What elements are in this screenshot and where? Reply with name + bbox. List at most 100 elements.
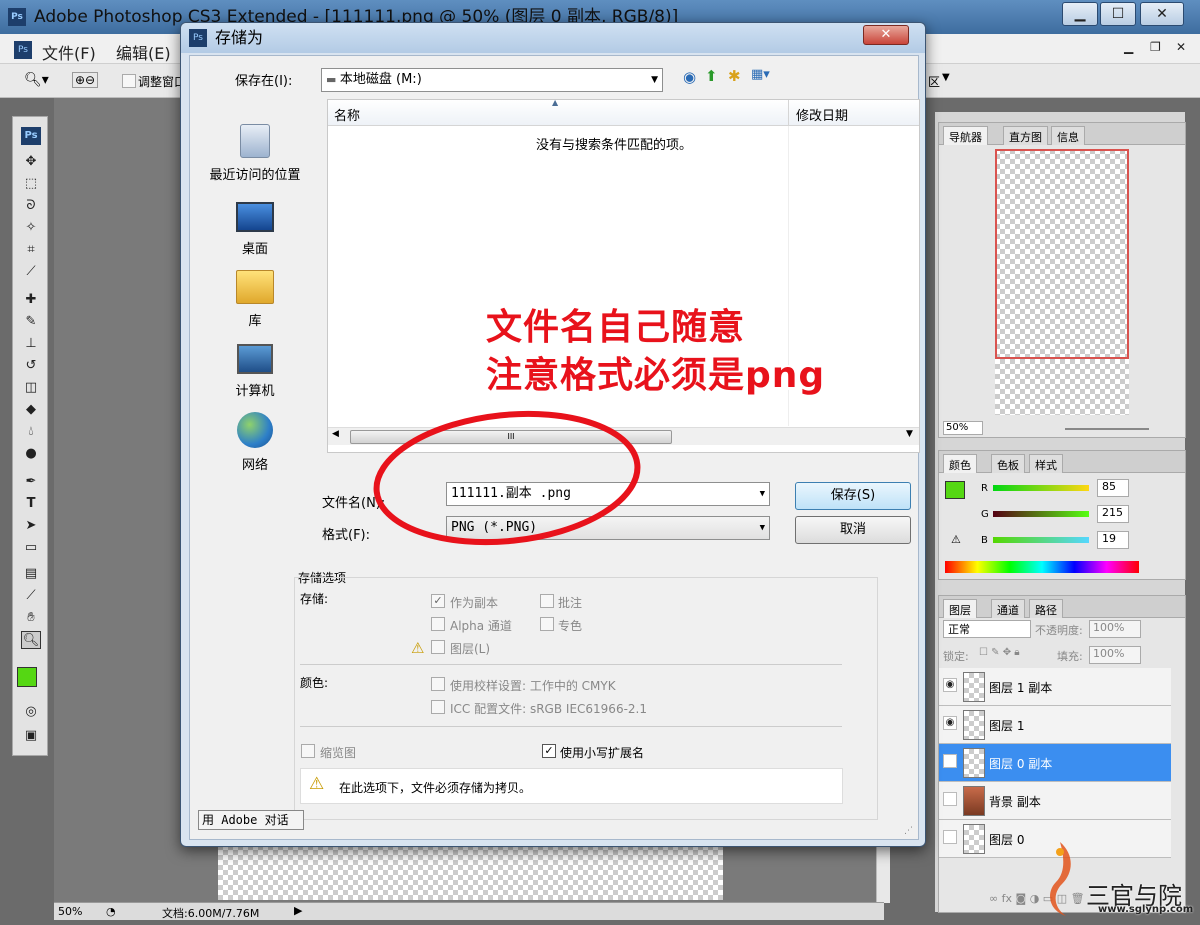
blend-mode-select[interactable]: 正常 [943,620,1031,638]
navigator-view-box[interactable] [995,149,1129,359]
color-ramp[interactable] [945,561,1139,573]
opacity-field[interactable]: 100% [1089,620,1141,638]
magic-wand-icon[interactable]: ✧ [21,219,41,237]
status-icon[interactable]: ◔ [106,905,116,918]
tab-info[interactable]: 信息 [1051,126,1085,145]
layer-row[interactable]: ◉ 图层 1 副本 [939,668,1171,706]
layer-row[interactable]: 图层 0 副本 [939,744,1171,782]
thumbnail-checkbox[interactable] [301,744,315,758]
dodge-tool-icon[interactable]: ● [21,445,41,463]
maximize-button[interactable]: ☐ [1100,2,1136,26]
column-name-header[interactable]: 名称 [334,105,360,124]
tab-color[interactable]: 颜色 [943,454,977,473]
lowercase-checkbox[interactable]: ✓ [542,744,556,758]
fill-field[interactable]: 100% [1089,646,1141,664]
tab-navigator[interactable]: 导航器 [943,126,988,145]
eye-visible-icon[interactable]: ◉ [943,716,957,730]
type-tool-icon[interactable]: T [21,495,41,513]
place-desktop[interactable]: 桌面 [200,202,310,257]
file-list[interactable]: 名称 ▲ 修改日期 没有与搜索条件匹配的项。 ◀ III ▼ [327,98,920,453]
doc-restore-icon[interactable]: ❐ [1150,40,1161,54]
tab-histogram[interactable]: 直方图 [1003,126,1048,145]
eye-hidden-icon[interactable] [943,792,957,806]
lasso-tool-icon[interactable]: ᘐ [21,197,41,215]
as-copy-checkbox[interactable]: ✓ [431,594,445,608]
layers-checkbox[interactable] [431,640,445,654]
blur-tool-icon[interactable]: 💧︎ [21,423,41,441]
menu-file[interactable]: 文件(F) [42,40,96,64]
notes-tool-icon[interactable]: ▤ [21,565,41,583]
resize-window-checkbox[interactable] [122,74,136,88]
place-library[interactable]: 库 [200,270,310,329]
icc-checkbox[interactable] [431,700,445,714]
scroll-left-icon[interactable]: ◀ [332,429,339,439]
document-canvas[interactable] [218,840,723,900]
brush-tool-icon[interactable]: ✎ [21,313,41,331]
color-g-slider[interactable] [993,511,1089,517]
status-arrow-icon[interactable]: ▶ [294,904,302,917]
layer-row[interactable]: ◉ 图层 1 [939,706,1171,744]
view-menu-icon[interactable]: ▦▾ [751,67,770,82]
save-button[interactable]: 保存(S) [795,482,911,510]
color-fg-swatch[interactable] [945,481,965,499]
format-dropdown-icon[interactable]: ▼ [760,517,765,539]
new-folder-icon[interactable]: ✱ [728,67,741,85]
menu-edit[interactable]: 编辑(E) [116,40,171,64]
healing-tool-icon[interactable]: ✚ [21,291,41,309]
move-tool-icon[interactable]: ✥ [21,153,41,171]
screen-mode-icon[interactable]: ▣ [21,727,41,745]
minimize-button[interactable]: ▁ [1062,2,1098,26]
tab-paths[interactable]: 路径 [1029,599,1063,618]
adobe-dialog-button[interactable]: 用 Adobe 对话 [198,810,304,830]
workspace-label[interactable]: 区 [928,73,940,90]
back-icon[interactable]: ◉ [683,68,696,86]
path-select-icon[interactable]: ➤ [21,517,41,535]
zoom-tool-icon[interactable]: 🔍︎▾ [24,72,49,88]
zoom-in-out-icon[interactable]: ⊕⊖ [72,72,99,88]
color-r-slider[interactable] [993,485,1089,491]
eraser-tool-icon[interactable]: ◫ [21,379,41,397]
workspace-dropdown-icon[interactable]: ▼ [942,72,950,83]
save-in-select[interactable]: ▬ 本地磁盘 (M:) ▼ [321,68,663,92]
history-brush-icon[interactable]: ↺ [21,357,41,375]
proof-checkbox[interactable] [431,677,445,691]
column-date-header[interactable]: 修改日期 [796,105,848,124]
alpha-checkbox[interactable] [431,617,445,631]
eye-hidden-icon[interactable] [943,830,957,844]
color-g-field[interactable]: 215 [1097,505,1129,523]
up-folder-icon[interactable]: ⬆ [705,67,718,85]
place-recent[interactable]: 最近访问的位置 [200,124,310,183]
tab-layers[interactable]: 图层 [943,599,977,618]
pen-tool-icon[interactable]: ✒ [21,473,41,491]
zoom-level[interactable]: 50% [58,905,82,918]
doc-minimize-icon[interactable]: ▁ [1124,40,1133,54]
foreground-color-swatch[interactable] [17,667,37,687]
eye-visible-icon[interactable]: ◉ [943,678,957,692]
photoshop-menu-icon[interactable]: Ps [14,41,32,59]
cancel-button[interactable]: 取消 [795,516,911,544]
doc-close-icon[interactable]: ✕ [1176,40,1186,54]
color-b-field[interactable]: 19 [1097,531,1129,549]
scroll-right-icon[interactable]: ▼ [906,429,913,439]
zoom-tool-icon-active[interactable]: 🔍︎ [21,631,41,649]
tab-swatches[interactable]: 色板 [991,454,1025,473]
color-r-field[interactable]: 85 [1097,479,1129,497]
slice-tool-icon[interactable]: ⟋ [21,263,41,281]
bucket-tool-icon[interactable]: ◆ [21,401,41,419]
marquee-tool-icon[interactable]: ⬚ [21,175,41,193]
eye-hidden-icon[interactable] [943,754,957,768]
lock-icons[interactable]: ☐ ✎ ✥ 🔒︎ [979,647,1020,658]
shape-tool-icon[interactable]: ▭ [21,539,41,557]
stamp-tool-icon[interactable]: ⊥ [21,335,41,353]
tab-styles[interactable]: 样式 [1029,454,1063,473]
quick-mask-icon[interactable]: ◎ [21,703,41,721]
filename-dropdown-icon[interactable]: ▼ [760,483,765,505]
crop-tool-icon[interactable]: ⌗ [21,241,41,259]
dialog-close-button[interactable]: ✕ [863,25,909,45]
navigator-zoom-slider[interactable] [1065,428,1149,430]
place-computer[interactable]: 计算机 [200,344,310,399]
hand-tool-icon[interactable]: ✋︎ [21,609,41,627]
tab-channels[interactable]: 通道 [991,599,1025,618]
resize-grip-icon[interactable]: ⋰ [904,826,913,836]
place-network[interactable]: 网络 [200,412,310,473]
